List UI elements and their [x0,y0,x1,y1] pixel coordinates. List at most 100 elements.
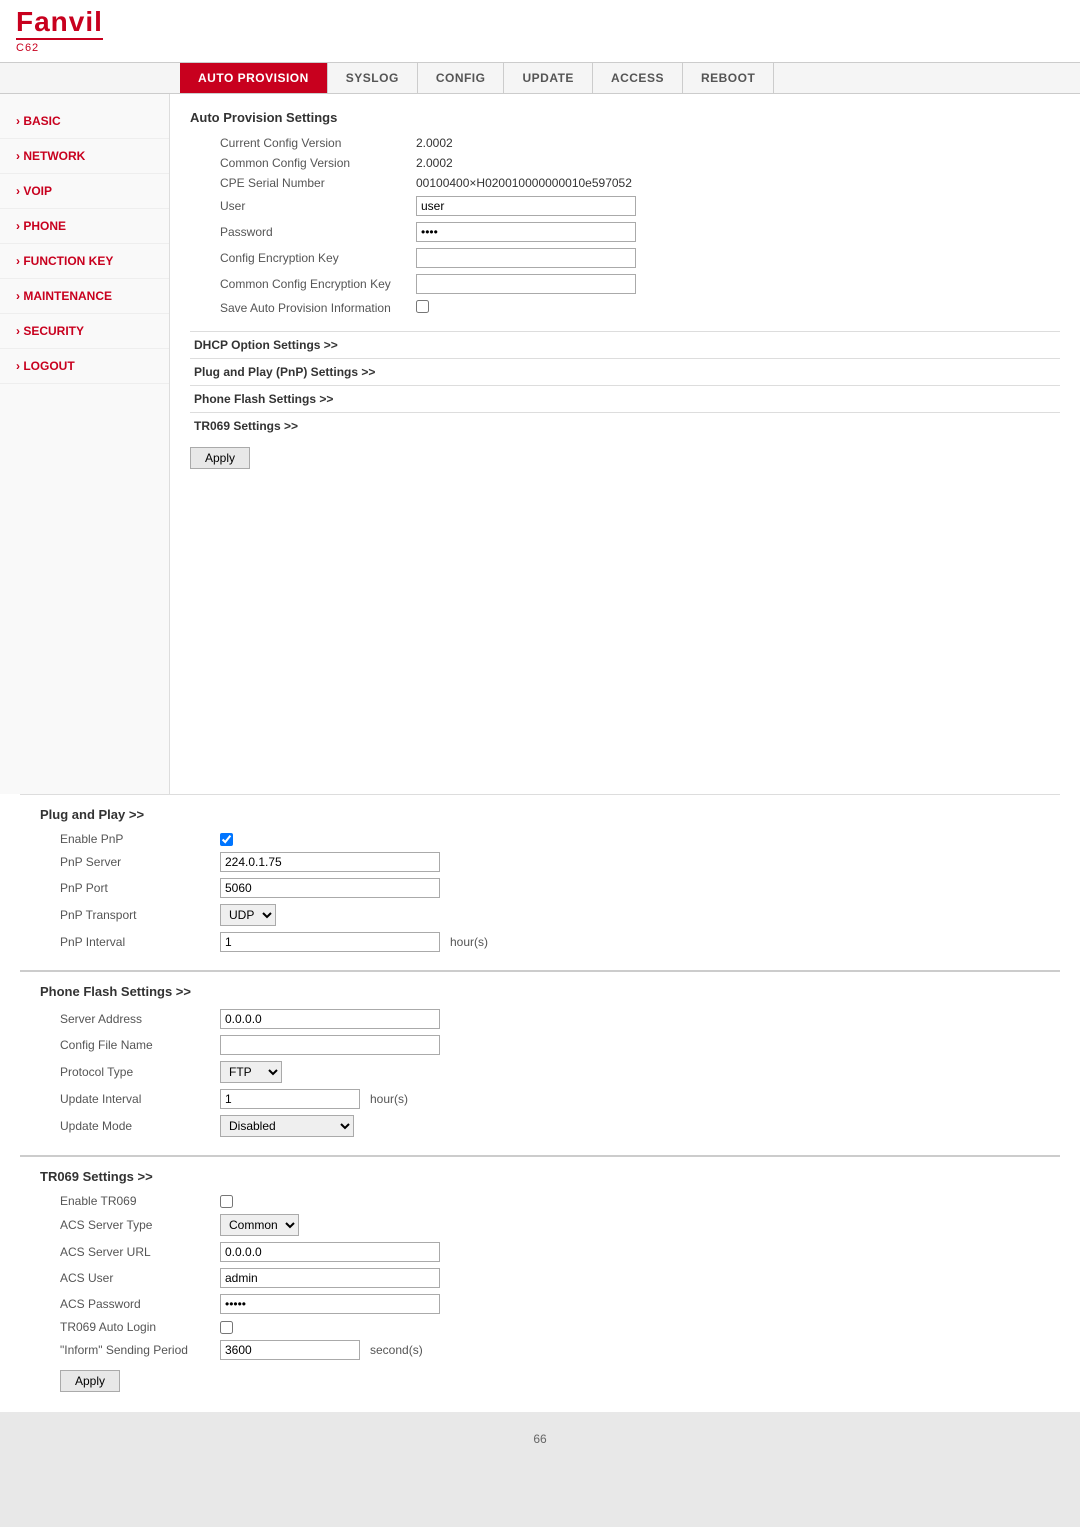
acs-server-url-input[interactable] [220,1242,440,1262]
acs-server-url-label: ACS Server URL [40,1245,220,1259]
pnp-enable-label: Enable PnP [40,832,220,846]
tab-update[interactable]: UPDATE [504,63,592,93]
protocol-type-select[interactable]: FTP TFTP HTTP [220,1061,282,1083]
update-interval-input[interactable] [220,1089,360,1109]
main-layout: › BASIC › NETWORK › VOIP › PHONE › FUNCT… [0,94,1080,794]
inform-sending-period-label: "Inform" Sending Period [40,1343,220,1357]
acs-server-type-select[interactable]: Common [220,1214,299,1236]
acs-server-type-label: ACS Server Type [40,1218,220,1232]
apply-button-top[interactable]: Apply [190,447,250,469]
sidebar-item-basic[interactable]: › BASIC [0,104,169,139]
server-address-row: Server Address [40,1009,1040,1029]
tr069-auto-login-row: TR069 Auto Login [40,1320,1040,1334]
common-enc-key-input[interactable] [416,274,636,294]
pnp-transport-label: PnP Transport [40,908,220,922]
tr069-section-title: TR069 Settings >> [40,1169,1040,1184]
field-label-password: Password [190,219,410,245]
field-value-current-config: 2.0002 [410,133,1060,153]
table-row: Save Auto Provision Information [190,297,1060,319]
dhcp-option-link[interactable]: DHCP Option Settings >> [190,331,1060,358]
sidebar-item-function-key[interactable]: › FUNCTION KEY [0,244,169,279]
sidebar-item-security[interactable]: › SECURITY [0,314,169,349]
enable-tr069-label: Enable TR069 [40,1194,220,1208]
user-input[interactable] [416,196,636,216]
enable-pnp-checkbox[interactable] [220,833,233,846]
tab-config[interactable]: CONFIG [418,63,505,93]
config-file-name-label: Config File Name [40,1038,220,1052]
tr069-section: TR069 Settings >> Enable TR069 ACS Serve… [20,1155,1060,1412]
pnp-transport-row: PnP Transport UDP TCP [40,904,1040,926]
tab-access[interactable]: ACCESS [593,63,683,93]
sidebar-item-phone[interactable]: › PHONE [0,209,169,244]
pnp-interval-input[interactable] [220,932,440,952]
pnp-server-input[interactable] [220,852,440,872]
tab-syslog[interactable]: SYSLOG [328,63,418,93]
tr069-auto-login-checkbox[interactable] [220,1321,233,1334]
header: Fanvil C62 [0,0,1080,63]
update-mode-row: Update Mode Disabled Update after reboot… [40,1115,1040,1137]
page-footer: 66 [0,1412,1080,1466]
inform-sending-period-input[interactable] [220,1340,360,1360]
pnp-settings-link[interactable]: Plug and Play (PnP) Settings >> [190,358,1060,385]
config-file-name-input[interactable] [220,1035,440,1055]
acs-user-row: ACS User [40,1268,1040,1288]
server-address-input[interactable] [220,1009,440,1029]
acs-password-input[interactable] [220,1294,440,1314]
save-auto-provision-checkbox[interactable] [416,300,429,313]
field-label-user: User [190,193,410,219]
field-value-common-config: 2.0002 [410,153,1060,173]
content-area: Auto Provision Settings Current Config V… [170,94,1080,794]
tab-reboot[interactable]: REBOOT [683,63,774,93]
protocol-type-row: Protocol Type FTP TFTP HTTP [40,1061,1040,1083]
table-row: CPE Serial Number 00100400×H020010000000… [190,173,1060,193]
pnp-interval-row: PnP Interval hour(s) [40,932,1040,952]
sidebar-item-voip[interactable]: › VOIP [0,174,169,209]
config-enc-key-input[interactable] [416,248,636,268]
pnp-interval-unit: hour(s) [450,935,488,949]
update-interval-label: Update Interval [40,1092,220,1106]
sidebar-item-network[interactable]: › NETWORK [0,139,169,174]
field-label-common-config: Common Config Version [190,153,410,173]
pnp-port-row: PnP Port [40,878,1040,898]
table-row: Current Config Version 2.0002 [190,133,1060,153]
tab-auto-provision[interactable]: AUTO PROVISION [180,63,328,93]
update-mode-select[interactable]: Disabled Update after reboot Update peri… [220,1115,354,1137]
pnp-port-input[interactable] [220,878,440,898]
acs-password-label: ACS Password [40,1297,220,1311]
apply-row-top: Apply [190,447,1060,469]
update-interval-row: Update Interval hour(s) [40,1089,1040,1109]
inform-period-unit: second(s) [370,1343,423,1357]
field-label-cpe-serial: CPE Serial Number [190,173,410,193]
config-file-name-row: Config File Name [40,1035,1040,1055]
field-label-current-config: Current Config Version [190,133,410,153]
update-mode-label: Update Mode [40,1119,220,1133]
pnp-transport-select[interactable]: UDP TCP [220,904,276,926]
pnp-section: Plug and Play >> Enable PnP PnP Server P… [20,794,1060,970]
field-label-save-auto: Save Auto Provision Information [190,297,410,319]
phone-flash-link[interactable]: Phone Flash Settings >> [190,385,1060,412]
acs-password-row: ACS Password [40,1294,1040,1314]
password-input[interactable] [416,222,636,242]
table-row: Config Encryption Key [190,245,1060,271]
protocol-type-label: Protocol Type [40,1065,220,1079]
phone-flash-section: Phone Flash Settings >> Server Address C… [20,970,1060,1155]
table-row: User [190,193,1060,219]
page-number: 66 [533,1432,546,1446]
nav-tabs: AUTO PROVISION SYSLOG CONFIG UPDATE ACCE… [0,63,1080,94]
pnp-server-label: PnP Server [40,855,220,869]
pnp-port-label: PnP Port [40,881,220,895]
table-row: Common Config Encryption Key [190,271,1060,297]
pnp-enable-row: Enable PnP [40,832,1040,846]
acs-user-input[interactable] [220,1268,440,1288]
table-row: Common Config Version 2.0002 [190,153,1060,173]
apply-row-bottom: Apply [40,1370,1040,1392]
enable-tr069-checkbox[interactable] [220,1195,233,1208]
table-row: Password [190,219,1060,245]
sidebar-item-logout[interactable]: › LOGOUT [0,349,169,384]
server-address-label: Server Address [40,1012,220,1026]
tr069-link[interactable]: TR069 Settings >> [190,412,1060,439]
phone-flash-section-title: Phone Flash Settings >> [40,984,1040,999]
apply-button-bottom[interactable]: Apply [60,1370,120,1392]
acs-server-url-row: ACS Server URL [40,1242,1040,1262]
sidebar-item-maintenance[interactable]: › MAINTENANCE [0,279,169,314]
